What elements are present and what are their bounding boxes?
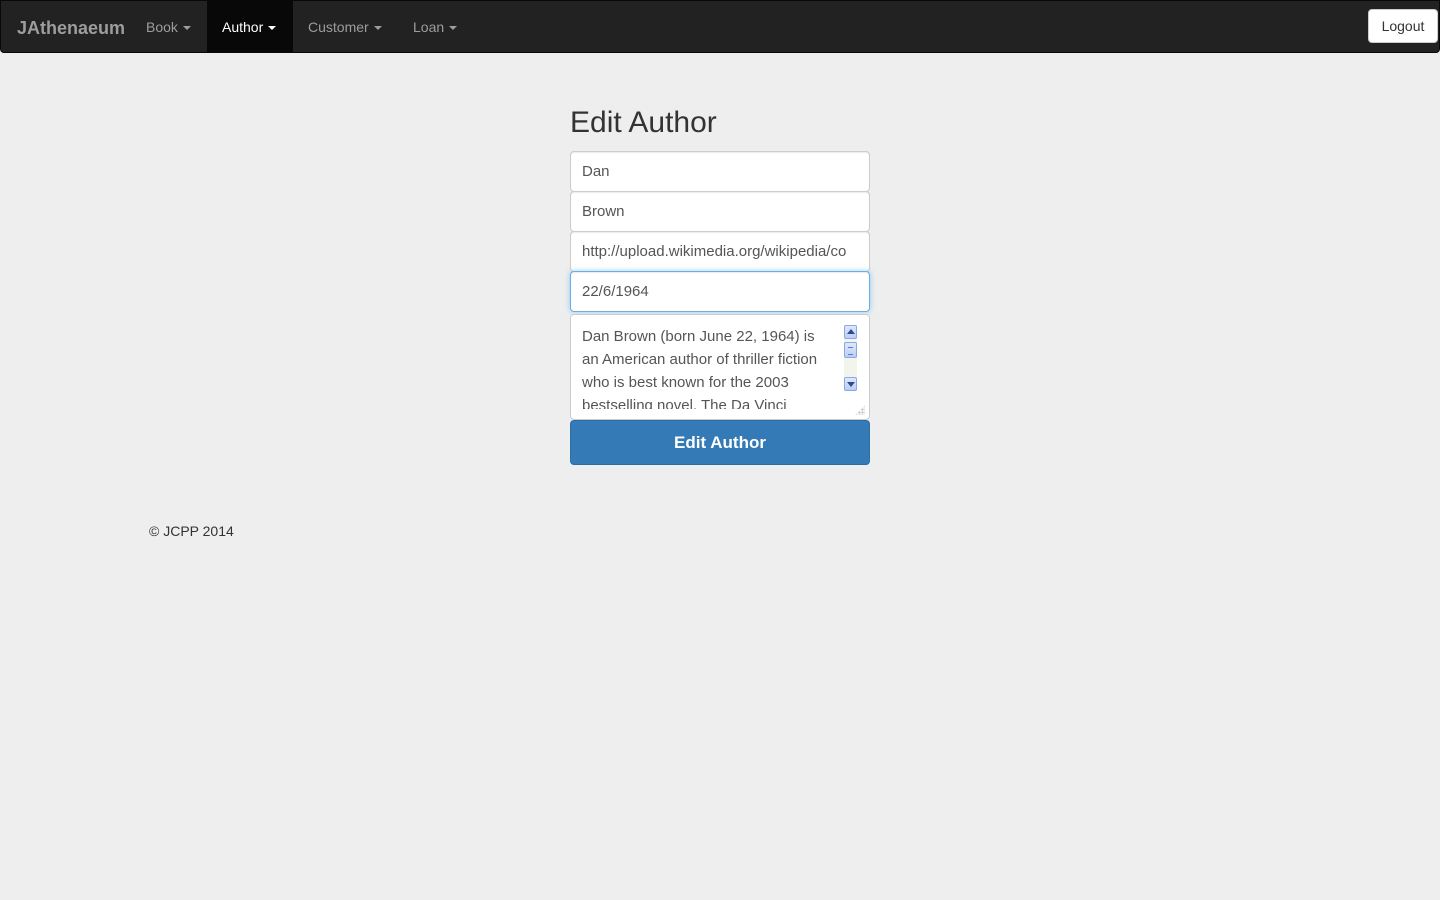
resize-grip-icon[interactable] [855, 405, 865, 415]
brand-link[interactable]: JAthenaeum [17, 1, 125, 52]
image-url-input[interactable] [570, 231, 870, 272]
navbar: JAthenaeum Book Author Customer Loan Log… [0, 0, 1440, 53]
nav-customer-label: Customer [308, 19, 369, 35]
biography-textarea[interactable]: Dan Brown (born June 22, 1964) is an Ame… [570, 314, 870, 420]
scroll-up-button[interactable] [844, 325, 857, 339]
first-name-input[interactable] [570, 151, 870, 192]
nav-book-dropdown[interactable]: Book [131, 1, 207, 52]
nav-author-label: Author [222, 19, 264, 35]
caret-down-icon [182, 26, 191, 31]
arrow-down-icon [847, 382, 855, 387]
last-name-input[interactable] [570, 191, 870, 232]
nav-loan-label: Loan [413, 19, 445, 35]
biography-text: Dan Brown (born June 22, 1964) is an Ame… [582, 328, 818, 409]
scrollbar-thumb[interactable] [844, 342, 857, 358]
page-title: Edit Author [570, 106, 717, 139]
caret-down-icon [373, 26, 382, 31]
logout-button[interactable]: Logout [1368, 9, 1438, 43]
arrow-up-icon [847, 329, 855, 334]
nav-author-dropdown[interactable]: Author [207, 1, 293, 52]
scroll-down-button[interactable] [844, 377, 857, 391]
footer-copyright: © JCPP 2014 [149, 523, 234, 539]
nav-customer-dropdown[interactable]: Customer [293, 1, 398, 52]
edit-author-submit-button[interactable]: Edit Author [570, 420, 870, 465]
birth-date-input[interactable] [570, 271, 870, 312]
nav-book-label: Book [146, 19, 178, 35]
caret-down-icon [449, 26, 458, 31]
caret-down-icon [268, 26, 277, 31]
grip-lines-icon [848, 347, 853, 355]
nav-loan-dropdown[interactable]: Loan [398, 1, 474, 52]
